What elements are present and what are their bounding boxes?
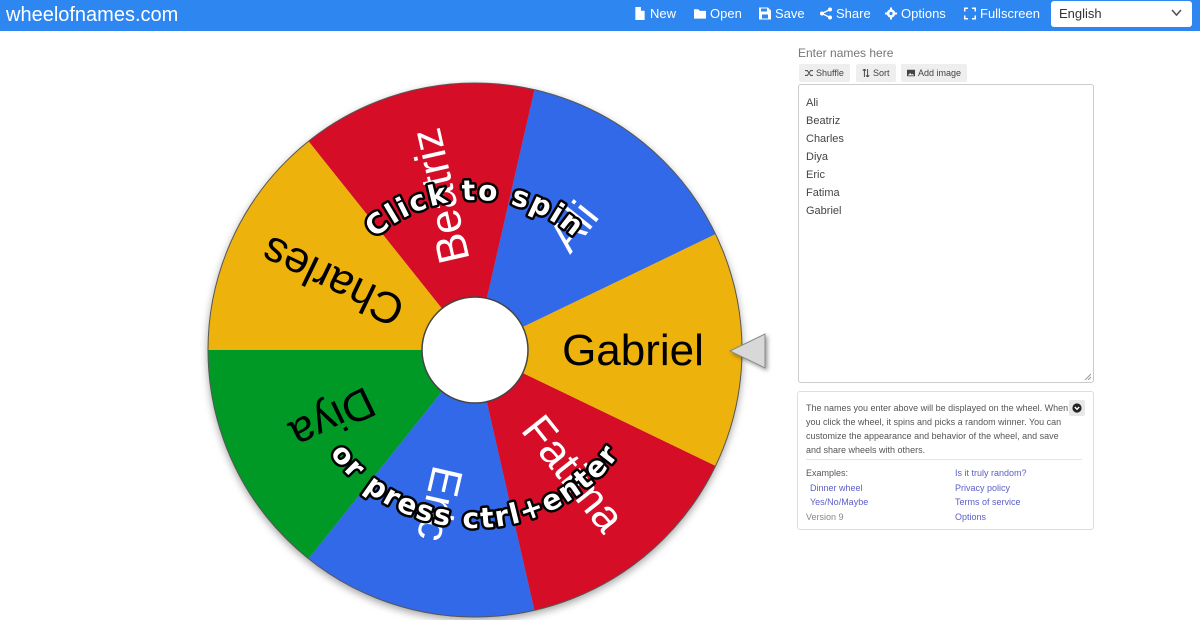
name-entry: Beatriz (806, 115, 841, 127)
wheel-segment-label: Gabriel (562, 326, 704, 375)
chevron-down-icon (1171, 9, 1182, 17)
name-entry: Charles (806, 133, 844, 145)
shuffle-icon (805, 70, 813, 76)
top-navbar: wheelofnames.com New Open Save Share Opt… (0, 0, 1200, 31)
wheel-center-hub[interactable] (421, 296, 529, 404)
wheel-area: Ali Beatriz Charles Diya Eric Fatima Gabriel C… (190, 80, 780, 620)
version-label: Version 9 (806, 511, 844, 522)
name-entry: Eric (806, 169, 825, 181)
links-column: Is it truly random? Privacy policy Terms… (955, 466, 1027, 524)
names-textarea[interactable]: Ali Beatriz Charles Diya Eric Fatima Gab… (798, 84, 1094, 383)
share-button[interactable]: Share (820, 6, 871, 21)
example-link-dinner-wheel[interactable]: Dinner wheel (806, 481, 868, 496)
language-select[interactable]: English (1051, 1, 1192, 27)
add-image-button[interactable]: Add image (901, 64, 968, 82)
info-text: The names you enter above will be displa… (806, 403, 1069, 455)
info-panel: The names you enter above will be displa… (797, 391, 1094, 530)
chevron-down-circle-icon (1072, 403, 1082, 413)
link-options[interactable]: Options (955, 510, 1027, 525)
names-label: Enter names here (798, 46, 894, 60)
name-entry: Diya (806, 151, 829, 163)
file-icon (635, 7, 645, 20)
name-entry: Ali (806, 97, 819, 109)
new-button[interactable]: New (634, 6, 676, 21)
shuffle-button[interactable]: Shuffle (799, 64, 850, 82)
info-divider (806, 459, 1082, 460)
share-icon (820, 7, 832, 20)
name-entry: Gabriel (806, 205, 842, 217)
link-is-it-random[interactable]: Is it truly random? (955, 466, 1027, 481)
resize-handle-icon[interactable] (1084, 373, 1091, 380)
folder-icon (694, 9, 706, 19)
example-link-yes-no-maybe[interactable]: Yes/No/Maybe (806, 495, 868, 510)
options-button[interactable]: Options (885, 6, 946, 21)
save-button[interactable]: Save (759, 6, 805, 21)
fullscreen-icon (964, 7, 976, 20)
gear-icon (885, 7, 897, 20)
link-privacy-policy[interactable]: Privacy policy (955, 481, 1027, 496)
sort-button[interactable]: Sort (856, 64, 896, 82)
examples-column: Examples: Dinner wheel Yes/No/Maybe Vers… (806, 466, 868, 524)
site-brand[interactable]: wheelofnames.com (6, 4, 178, 27)
name-entry: Fatima (806, 187, 840, 199)
spin-wheel[interactable]: AliBeatrizCharlesDiyaEric FatimaGabriel C… (190, 80, 780, 620)
sort-icon (862, 69, 870, 77)
floppy-disk-icon (759, 7, 771, 20)
image-icon (907, 69, 915, 77)
fullscreen-button[interactable]: Fullscreen (964, 6, 1040, 21)
link-terms-of-service[interactable]: Terms of service (955, 495, 1027, 510)
collapse-info-button[interactable] (1069, 400, 1085, 416)
examples-label: Examples: (806, 468, 849, 478)
open-button[interactable]: Open (694, 6, 742, 21)
